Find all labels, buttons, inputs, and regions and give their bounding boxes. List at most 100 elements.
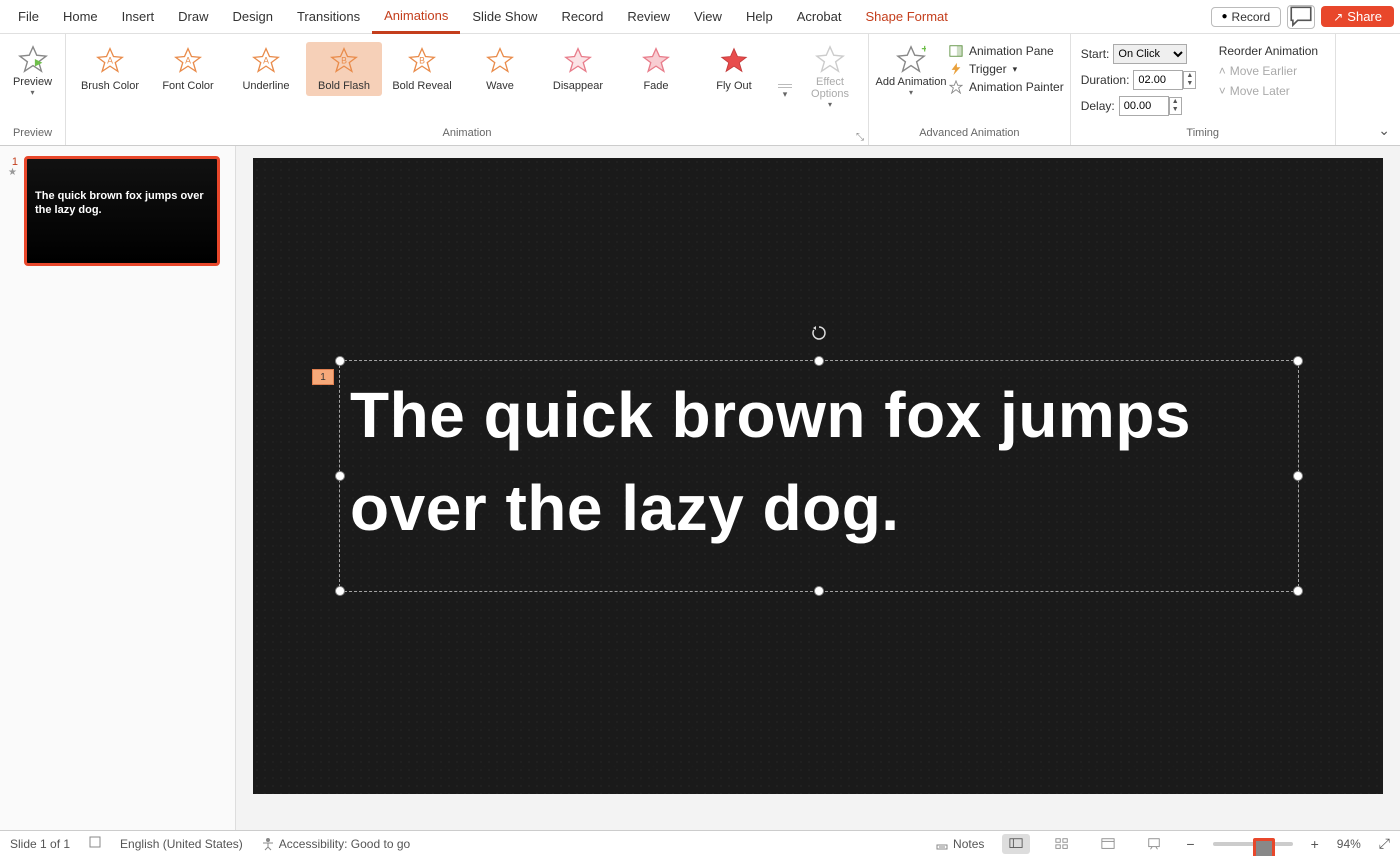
resize-handle-ml[interactable] xyxy=(335,471,345,481)
gallery-font-color[interactable]: AFont Color xyxy=(150,42,226,96)
fit-window-button[interactable]: ⤢ xyxy=(1379,835,1390,852)
svg-text:B: B xyxy=(419,56,425,66)
gallery-disappear[interactable]: Disappear xyxy=(540,42,616,96)
tab-animations[interactable]: Animations xyxy=(372,0,460,34)
resize-handle-tr[interactable] xyxy=(1293,356,1303,366)
view-normal-button[interactable] xyxy=(1002,834,1030,854)
gallery-brush-color[interactable]: ABrush Color xyxy=(72,42,148,96)
slideshow-view-icon xyxy=(1147,837,1161,851)
gallery-wave[interactable]: Wave xyxy=(462,42,538,96)
zoom-slider[interactable] xyxy=(1213,842,1293,846)
tab-file[interactable]: File xyxy=(6,0,51,34)
tab-record[interactable]: Record xyxy=(549,0,615,34)
resize-handle-bl[interactable] xyxy=(335,586,345,596)
rotate-handle[interactable] xyxy=(811,325,827,341)
slide-text-content[interactable]: The quick brown fox jumps over the lazy … xyxy=(340,361,1298,563)
chevron-down-icon: ▾ xyxy=(828,100,832,109)
tab-insert[interactable]: Insert xyxy=(110,0,167,34)
preview-star-icon xyxy=(18,44,48,74)
star-icon xyxy=(642,46,670,74)
comments-button[interactable] xyxy=(1287,5,1315,29)
trigger-button[interactable]: Trigger ▾ xyxy=(949,62,1064,76)
tab-review[interactable]: Review xyxy=(615,0,682,34)
tab-shape-format[interactable]: Shape Format xyxy=(854,0,960,34)
zoom-out-button[interactable]: − xyxy=(1186,836,1194,852)
effect-options-icon xyxy=(815,44,845,74)
chevron-down-icon: ▾ xyxy=(909,88,913,97)
tab-transitions[interactable]: Transitions xyxy=(285,0,372,34)
tab-slideshow[interactable]: Slide Show xyxy=(460,0,549,34)
painter-star-icon xyxy=(949,80,963,94)
tab-home[interactable]: Home xyxy=(51,0,110,34)
tab-view[interactable]: View xyxy=(682,0,734,34)
record-button[interactable]: Record xyxy=(1211,7,1282,27)
notes-icon xyxy=(935,837,949,851)
gallery-more-button[interactable]: ▾ xyxy=(774,42,796,106)
resize-handle-tl[interactable] xyxy=(335,356,345,366)
animation-painter-button[interactable]: Animation Painter xyxy=(949,80,1064,94)
delay-input[interactable] xyxy=(1119,96,1169,116)
tab-acrobat[interactable]: Acrobat xyxy=(785,0,854,34)
spin-up[interactable]: ▲ xyxy=(1170,98,1181,106)
tab-design[interactable]: Design xyxy=(221,0,285,34)
reading-view-icon xyxy=(1101,837,1115,851)
tab-help[interactable]: Help xyxy=(734,0,785,34)
zoom-in-button[interactable]: + xyxy=(1311,836,1319,852)
status-bar: Slide 1 of 1 English (United States) Acc… xyxy=(0,830,1400,856)
animation-pane-button[interactable]: Animation Pane xyxy=(949,44,1064,58)
group-label-timing: Timing xyxy=(1077,127,1329,145)
view-slideshow-button[interactable] xyxy=(1140,834,1168,854)
resize-handle-mr[interactable] xyxy=(1293,471,1303,481)
selected-textbox[interactable]: 1 The quick brown fox jumps over the laz… xyxy=(339,360,1299,592)
normal-view-icon xyxy=(1009,837,1023,851)
collapse-ribbon-button[interactable]: ⌄ xyxy=(1378,122,1390,139)
spin-up[interactable]: ▲ xyxy=(1184,72,1195,80)
spin-down[interactable]: ▼ xyxy=(1184,80,1195,88)
thumbnail-text: The quick brown fox jumps over the lazy … xyxy=(35,189,209,217)
slide-thumbnail-pane[interactable]: 1 ★ The quick brown fox jumps over the l… xyxy=(0,146,236,830)
resize-handle-br[interactable] xyxy=(1293,586,1303,596)
spin-down[interactable]: ▼ xyxy=(1170,106,1181,114)
pane-icon xyxy=(949,44,963,58)
animation-order-tag[interactable]: 1 xyxy=(312,369,334,385)
gallery-bold-flash[interactable]: BBold Flash xyxy=(306,42,382,96)
duration-input[interactable] xyxy=(1133,70,1183,90)
star-icon: A xyxy=(174,46,202,74)
preview-button[interactable]: Preview ▾ xyxy=(4,38,62,97)
slide[interactable]: 1 The quick brown fox jumps over the laz… xyxy=(253,158,1383,794)
star-icon: B xyxy=(408,46,436,74)
tab-draw[interactable]: Draw xyxy=(166,0,220,34)
rotate-icon xyxy=(811,325,827,341)
animation-indicator-icon: ★ xyxy=(8,168,18,178)
menu-bar: File Home Insert Draw Design Transitions… xyxy=(0,0,1400,34)
status-accessibility[interactable]: Accessibility: Good to go xyxy=(261,837,410,851)
start-select[interactable]: On Click xyxy=(1113,44,1187,64)
view-reading-button[interactable] xyxy=(1094,834,1122,854)
zoom-value[interactable]: 94% xyxy=(1337,837,1361,851)
gallery-underline[interactable]: AUnderline xyxy=(228,42,304,96)
add-animation-button[interactable]: + Add Animation ▾ xyxy=(875,38,947,97)
chevron-down-icon: ▾ xyxy=(30,88,34,97)
resize-handle-bm[interactable] xyxy=(814,586,824,596)
slide-canvas-pane[interactable]: 1 The quick brown fox jumps over the laz… xyxy=(236,146,1400,830)
chevron-down-icon: ▾ xyxy=(1013,64,1018,75)
status-language[interactable]: English (United States) xyxy=(120,837,243,851)
notes-button[interactable]: Notes xyxy=(935,837,984,851)
dialog-launcher-animation[interactable]: ⤡ xyxy=(856,132,864,143)
star-icon: B xyxy=(330,46,358,74)
view-sorter-button[interactable] xyxy=(1048,834,1076,854)
delay-row: Delay: ▲▼ xyxy=(1077,96,1217,116)
chevron-down-icon: ▾ xyxy=(783,89,788,100)
gallery-bold-reveal[interactable]: BBold Reveal xyxy=(384,42,460,96)
chevron-down-icon: ˅ xyxy=(1219,84,1226,98)
gallery-fly-out[interactable]: Fly Out xyxy=(696,42,772,96)
animation-gallery: ABrush Color AFont Color AUnderline BBol… xyxy=(72,38,796,106)
resize-handle-tm[interactable] xyxy=(814,356,824,366)
star-icon xyxy=(720,46,748,74)
zoom-slider-thumb[interactable] xyxy=(1253,838,1275,856)
share-button[interactable]: Share xyxy=(1321,6,1394,27)
slide-thumbnail-1[interactable]: The quick brown fox jumps over the lazy … xyxy=(24,156,220,266)
svg-text:B: B xyxy=(341,56,347,66)
gallery-fade[interactable]: Fade xyxy=(618,42,694,96)
svg-text:A: A xyxy=(107,56,113,66)
